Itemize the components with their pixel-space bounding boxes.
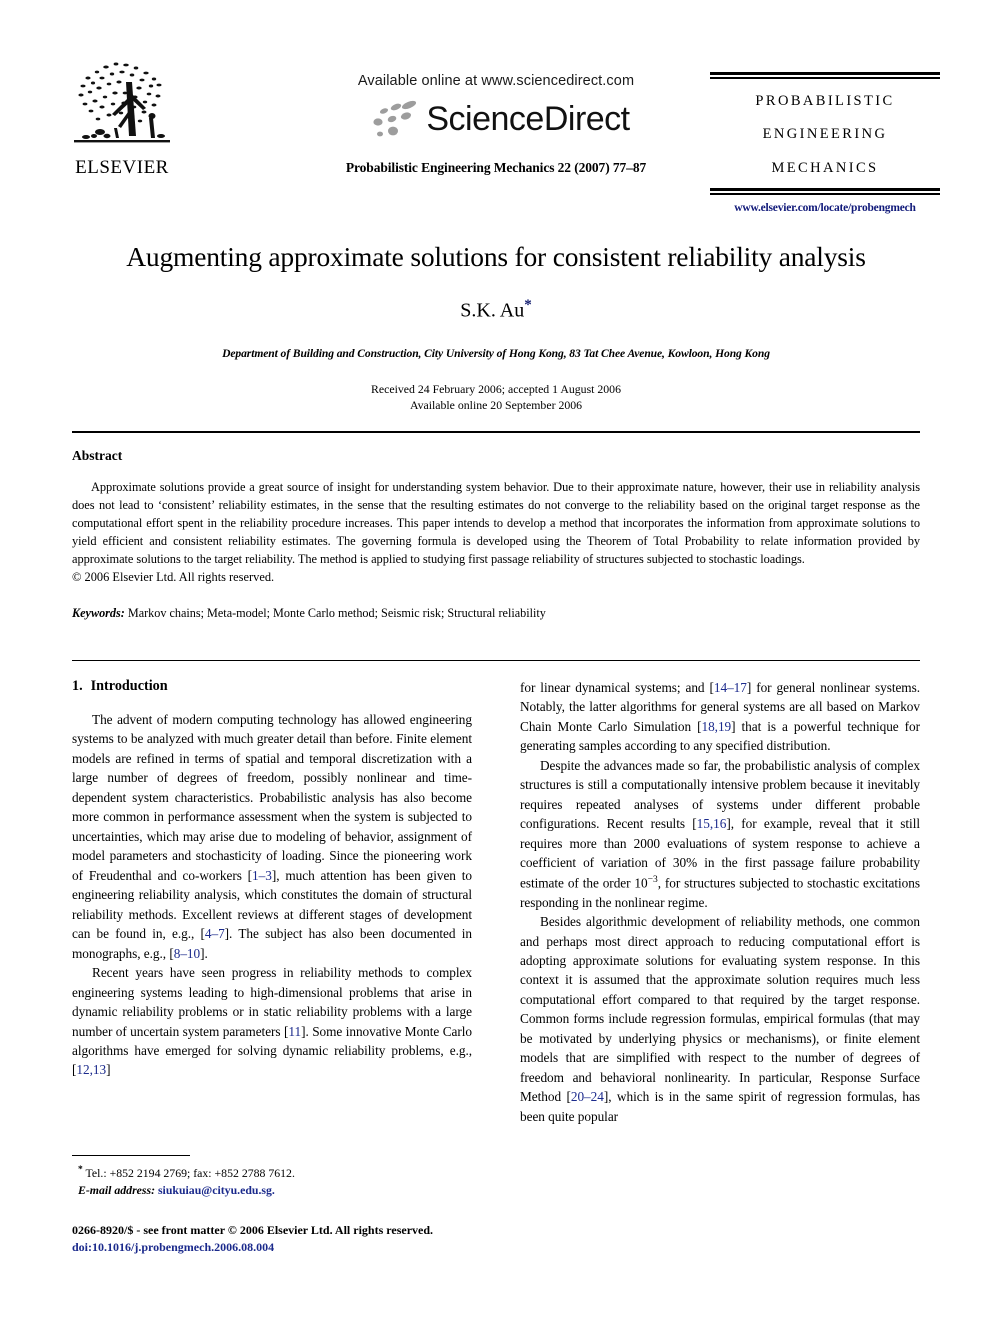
abstract-heading: Abstract xyxy=(72,448,123,463)
elsevier-tree-icon xyxy=(66,52,178,156)
abstract-section: Abstract Approximate solutions provide a… xyxy=(72,448,920,621)
journal-title-line-2: ENGINEERING xyxy=(762,126,888,143)
page-title: Augmenting approximate solutions for con… xyxy=(126,241,866,272)
sciencedirect-logo: ScienceDirect xyxy=(296,96,696,142)
journal-url-link[interactable]: www.elsevier.com/locate/probengmech xyxy=(710,202,940,214)
text-run: ]. xyxy=(200,945,208,961)
citation-reference[interactable]: 12,13 xyxy=(76,1062,106,1077)
masthead: ELSEVIER Available online at www.science… xyxy=(0,0,992,214)
journal-title-line-1: PROBABILISTIC xyxy=(755,93,895,109)
citation-reference[interactable]: 18,19 xyxy=(701,719,731,734)
received-line: Received 24 February 2006; accepted 1 Au… xyxy=(371,381,621,396)
paragraph: for linear dynamical systems; and [14–17… xyxy=(520,678,920,756)
text-run: ] xyxy=(106,1062,111,1078)
sciencedirect-wordmark: ScienceDirect xyxy=(426,99,630,138)
abstract-divider xyxy=(72,431,920,433)
section-heading-introduction: 1. Introduction xyxy=(72,678,472,695)
imprint-block: 0266-8920/$ - see front matter © 2006 El… xyxy=(72,1222,532,1257)
imprint-frontmatter: 0266-8920/$ - see front matter © 2006 El… xyxy=(72,1223,434,1237)
author-name: S.K. Au xyxy=(460,299,525,322)
citation-reference[interactable]: 1–3 xyxy=(252,868,272,883)
citation-reference[interactable]: 4–7 xyxy=(205,926,225,941)
citation-reference[interactable]: 15,16 xyxy=(697,816,727,831)
superscript: −3 xyxy=(647,873,658,885)
paragraph: The advent of modern computing technolog… xyxy=(72,710,472,963)
elsevier-logo: ELSEVIER xyxy=(62,52,182,177)
right-column-paragraphs: for linear dynamical systems; and [14–17… xyxy=(520,678,920,1126)
footnote-area: * Tel.: +852 2194 2769; fax: +852 2788 7… xyxy=(72,1155,472,1198)
text-run: for linear dynamical systems; and [ xyxy=(520,680,714,695)
footnote-contact: * Tel.: +852 2194 2769; fax: +852 2788 7… xyxy=(72,1164,472,1182)
footnote-contact-text: Tel.: +852 2194 2769; fax: +852 2788 761… xyxy=(85,1165,295,1180)
text-run: Besides algorithmic development of relia… xyxy=(520,914,920,1105)
body-columns: 1. Introduction The advent of modern comp… xyxy=(72,678,920,1126)
paragraph: Recent years have seen progress in relia… xyxy=(72,963,472,1080)
journal-rule-bottom xyxy=(710,188,940,196)
title-block: Augmenting approximate solutions for con… xyxy=(72,240,920,414)
keywords-line: Keywords: Markov chains; Meta-model; Mon… xyxy=(72,606,920,621)
sciencedirect-block: Available online at www.sciencedirect.co… xyxy=(296,73,696,176)
abstract-copyright: © 2006 Elsevier Ltd. All rights reserved… xyxy=(72,570,275,585)
history-dates: Received 24 February 2006; accepted 1 Au… xyxy=(72,381,920,415)
journal-title-block: PROBABILISTIC ENGINEERING MECHANICS www.… xyxy=(710,72,940,214)
left-column: 1. Introduction The advent of modern comp… xyxy=(72,678,472,1126)
journal-citation: Probabilistic Engineering Mechanics 22 (… xyxy=(345,159,647,175)
section-number: 1. xyxy=(72,678,83,694)
author-footnote-marker[interactable]: * xyxy=(524,297,532,313)
citation-reference[interactable]: 8–10 xyxy=(174,946,200,961)
available-online-date: Available online 20 September 2006 xyxy=(409,398,583,413)
affiliation: Department of Building and Construction,… xyxy=(222,346,770,360)
available-online-text: Available online at www.sciencedirect.co… xyxy=(357,73,635,89)
author-line: S.K. Au* xyxy=(72,297,920,323)
journal-title-line-3: MECHANICS xyxy=(771,159,879,176)
left-column-paragraphs: The advent of modern computing technolog… xyxy=(72,710,472,1080)
paragraph: Besides algorithmic development of relia… xyxy=(520,912,920,1126)
footnote-star-marker: * xyxy=(78,1165,83,1175)
section-title: Introduction xyxy=(90,678,168,694)
paragraph: Despite the advances made so far, the pr… xyxy=(520,756,920,912)
text-run: The advent of modern computing technolog… xyxy=(72,712,472,883)
footnote-divider xyxy=(72,1155,190,1156)
email-label: E-mail address: xyxy=(78,1182,156,1197)
right-column: for linear dynamical systems; and [14–17… xyxy=(520,678,920,1126)
abstract-body: Approximate solutions provide a great so… xyxy=(72,480,920,567)
citation-reference[interactable]: 11 xyxy=(288,1024,301,1039)
keywords-label: Keywords: xyxy=(72,606,125,621)
doi-link[interactable]: doi:10.1016/j.probengmech.2006.08.004 xyxy=(72,1239,532,1256)
article-page: ELSEVIER Available online at www.science… xyxy=(0,0,992,1323)
elsevier-wordmark: ELSEVIER xyxy=(75,157,169,178)
footnote-email: E-mail address: siukuiau@cityu.edu.sg. xyxy=(72,1182,472,1199)
citation-reference[interactable]: 14–17 xyxy=(714,680,747,695)
email-link[interactable]: siukuiau@cityu.edu.sg. xyxy=(158,1183,275,1197)
sciencedirect-dots-icon xyxy=(373,100,417,137)
citation-reference[interactable]: 20–24 xyxy=(571,1089,604,1104)
keywords-value: Markov chains; Meta-model; Monte Carlo m… xyxy=(127,606,546,621)
journal-rule-top xyxy=(710,72,940,79)
body-divider xyxy=(72,660,920,661)
